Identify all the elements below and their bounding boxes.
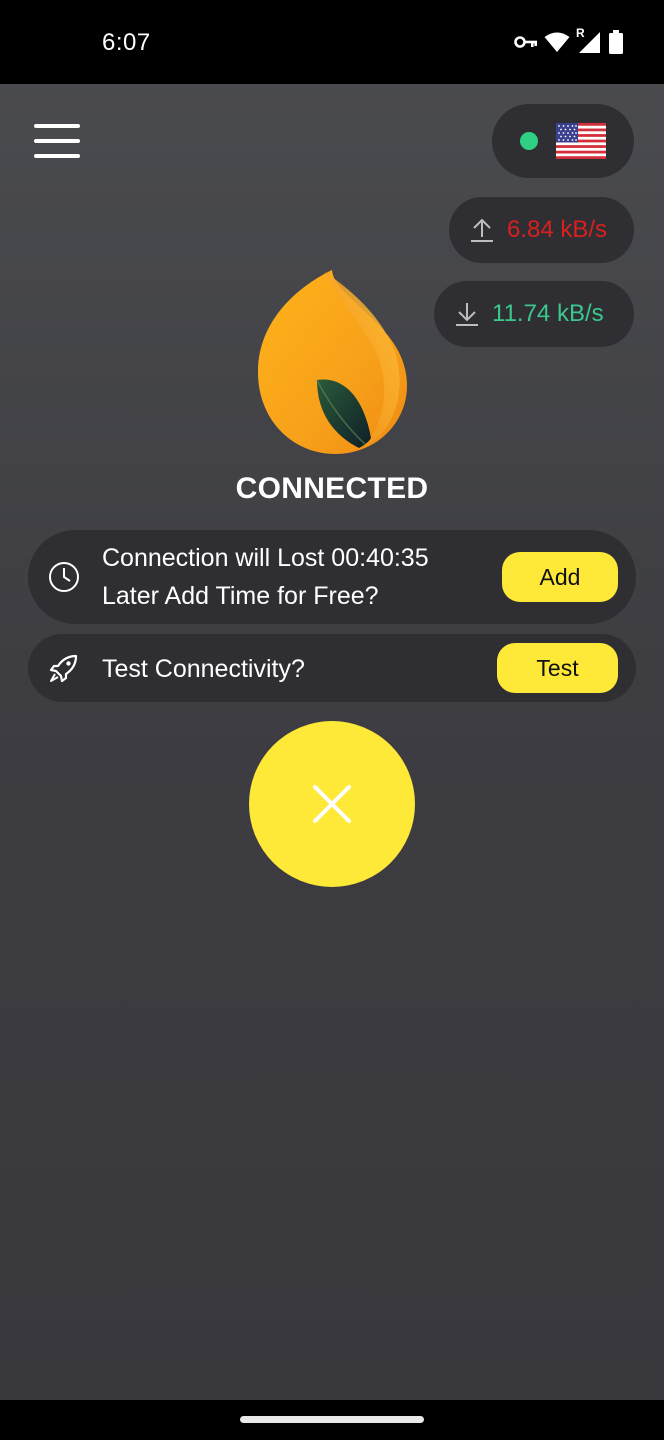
download-icon (456, 303, 478, 326)
add-time-prompt: Later Add Time for Free? (102, 582, 379, 610)
connection-status-dot (520, 132, 538, 150)
status-icons: R (514, 26, 624, 54)
hamburger-menu-icon[interactable] (34, 124, 80, 158)
rocket-icon (49, 654, 78, 683)
time-remaining-text: Connection will Lost 00:40:35 (102, 544, 429, 572)
add-time-button[interactable]: Add (502, 552, 618, 602)
signal-roaming-icon: R (576, 26, 602, 54)
battery-icon (609, 30, 623, 54)
close-icon (313, 785, 351, 823)
flame-leaf-logo (257, 270, 407, 454)
app-body: 6.84 kB/s 11.74 kB/s CONNECTED Connectio… (0, 84, 664, 1400)
test-connectivity-card: Test Connectivity? Test (28, 634, 636, 702)
home-gesture-handle[interactable] (240, 1416, 424, 1423)
status-time: 6:07 (102, 29, 151, 56)
connection-status-label: CONNECTED (235, 472, 429, 505)
menu-bar-line (34, 154, 80, 158)
wifi-icon (544, 32, 570, 52)
clock-icon (49, 562, 79, 592)
test-connectivity-button[interactable]: Test (497, 643, 618, 693)
vpn-main-screen: 6:07 R 6.84 kB/s 11.74 kB/s CONNECTED Co… (0, 0, 664, 1440)
test-connectivity-label: Test Connectivity? (102, 655, 305, 683)
download-speed-value: 11.74 kB/s (492, 300, 604, 327)
download-speed-badge: 11.74 kB/s (434, 281, 634, 347)
upload-speed-badge: 6.84 kB/s (449, 197, 634, 263)
vpn-key-icon (514, 36, 537, 48)
status-bar: 6:07 R (0, 0, 664, 84)
upload-speed-value: 6.84 kB/s (507, 216, 608, 243)
disconnect-button[interactable] (249, 721, 415, 887)
menu-bar-line (34, 124, 80, 128)
menu-bar-line (34, 139, 80, 143)
system-navigation-bar (0, 1400, 664, 1440)
us-flag-icon (556, 123, 606, 159)
upload-icon (471, 218, 493, 242)
time-remaining-card: Connection will Lost 00:40:35 Later Add … (28, 530, 636, 624)
server-selector-button[interactable] (492, 104, 634, 178)
